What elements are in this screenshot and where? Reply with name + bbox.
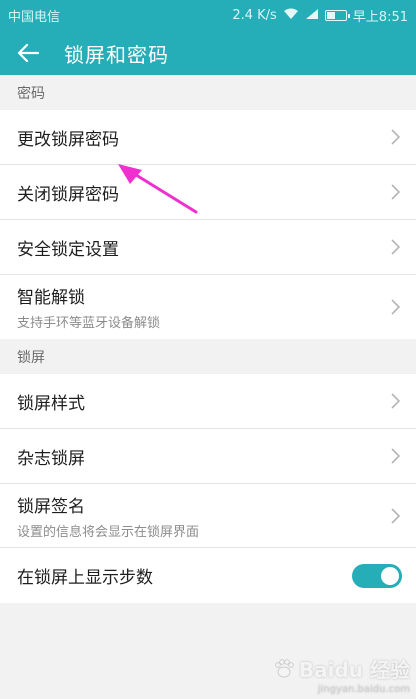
back-arrow-icon[interactable] <box>14 39 42 67</box>
chevron-right-icon <box>388 127 402 147</box>
wifi-icon <box>283 8 299 23</box>
row-label: 关闭锁屏密码 <box>17 184 119 205</box>
watermark-brand: Baidu 经验 <box>273 654 410 683</box>
paw-logo-icon <box>275 658 294 677</box>
baidu-watermark: Baidu 经验 jingyan.baidu.com <box>273 654 410 695</box>
row-label: 安全锁定设置 <box>17 239 119 260</box>
section-header-lockscreen: 锁屏 <box>0 339 416 374</box>
show-steps-toggle[interactable] <box>352 563 402 588</box>
row-label: 智能解锁 <box>17 288 85 308</box>
battery-icon <box>324 10 350 21</box>
section-header-password: 密码 <box>0 75 416 110</box>
chevron-right-icon <box>388 446 402 466</box>
watermark-text: Baidu 经验 <box>298 658 410 682</box>
row-label: 更改锁屏密码 <box>17 129 119 150</box>
network-speed: 2.4 K/s <box>232 8 277 23</box>
disable-lock-password-row[interactable]: 关闭锁屏密码 <box>0 165 416 220</box>
row-sublabel: 设置的信息将会显示在锁屏界面 <box>17 524 200 540</box>
status-bar: 中国电信 2.4 K/s 早上8:51 <box>0 0 416 31</box>
row-label: 锁屏样式 <box>17 393 85 414</box>
chevron-right-icon <box>388 297 402 317</box>
clock: 早上8:51 <box>352 10 408 25</box>
change-lock-password-row[interactable]: 更改锁屏密码 <box>0 110 416 165</box>
app-bar: 锁屏和密码 <box>0 31 416 75</box>
carrier-label: 中国电信 <box>8 10 61 25</box>
security-lock-settings-row[interactable]: 安全锁定设置 <box>0 220 416 275</box>
lockscreen-signature-row[interactable]: 锁屏签名 设置的信息将会显示在锁屏界面 <box>0 484 416 548</box>
signal-icon <box>305 8 319 23</box>
row-sublabel: 支持手环等蓝牙设备解锁 <box>17 316 161 331</box>
chevron-right-icon <box>388 182 402 202</box>
page-title: 锁屏和密码 <box>64 42 169 67</box>
chevron-right-icon <box>388 237 402 257</box>
show-steps-row: 在锁屏上显示步数 <box>0 548 416 603</box>
lockscreen-style-row[interactable]: 锁屏样式 <box>0 374 416 429</box>
smart-unlock-row[interactable]: 智能解锁 支持手环等蓝牙设备解锁 <box>0 275 416 339</box>
row-label: 杂志锁屏 <box>17 448 85 469</box>
row-label: 在锁屏上显示步数 <box>17 568 153 588</box>
chevron-right-icon <box>388 506 402 526</box>
status-icons: 2.4 K/s 早上8:51 <box>232 6 408 25</box>
row-label: 锁屏签名 <box>17 496 85 517</box>
watermark-url: jingyan.baidu.com <box>317 684 410 695</box>
toggle-knob <box>381 566 399 585</box>
magazine-lockscreen-row[interactable]: 杂志锁屏 <box>0 429 416 484</box>
chevron-right-icon <box>388 391 402 411</box>
